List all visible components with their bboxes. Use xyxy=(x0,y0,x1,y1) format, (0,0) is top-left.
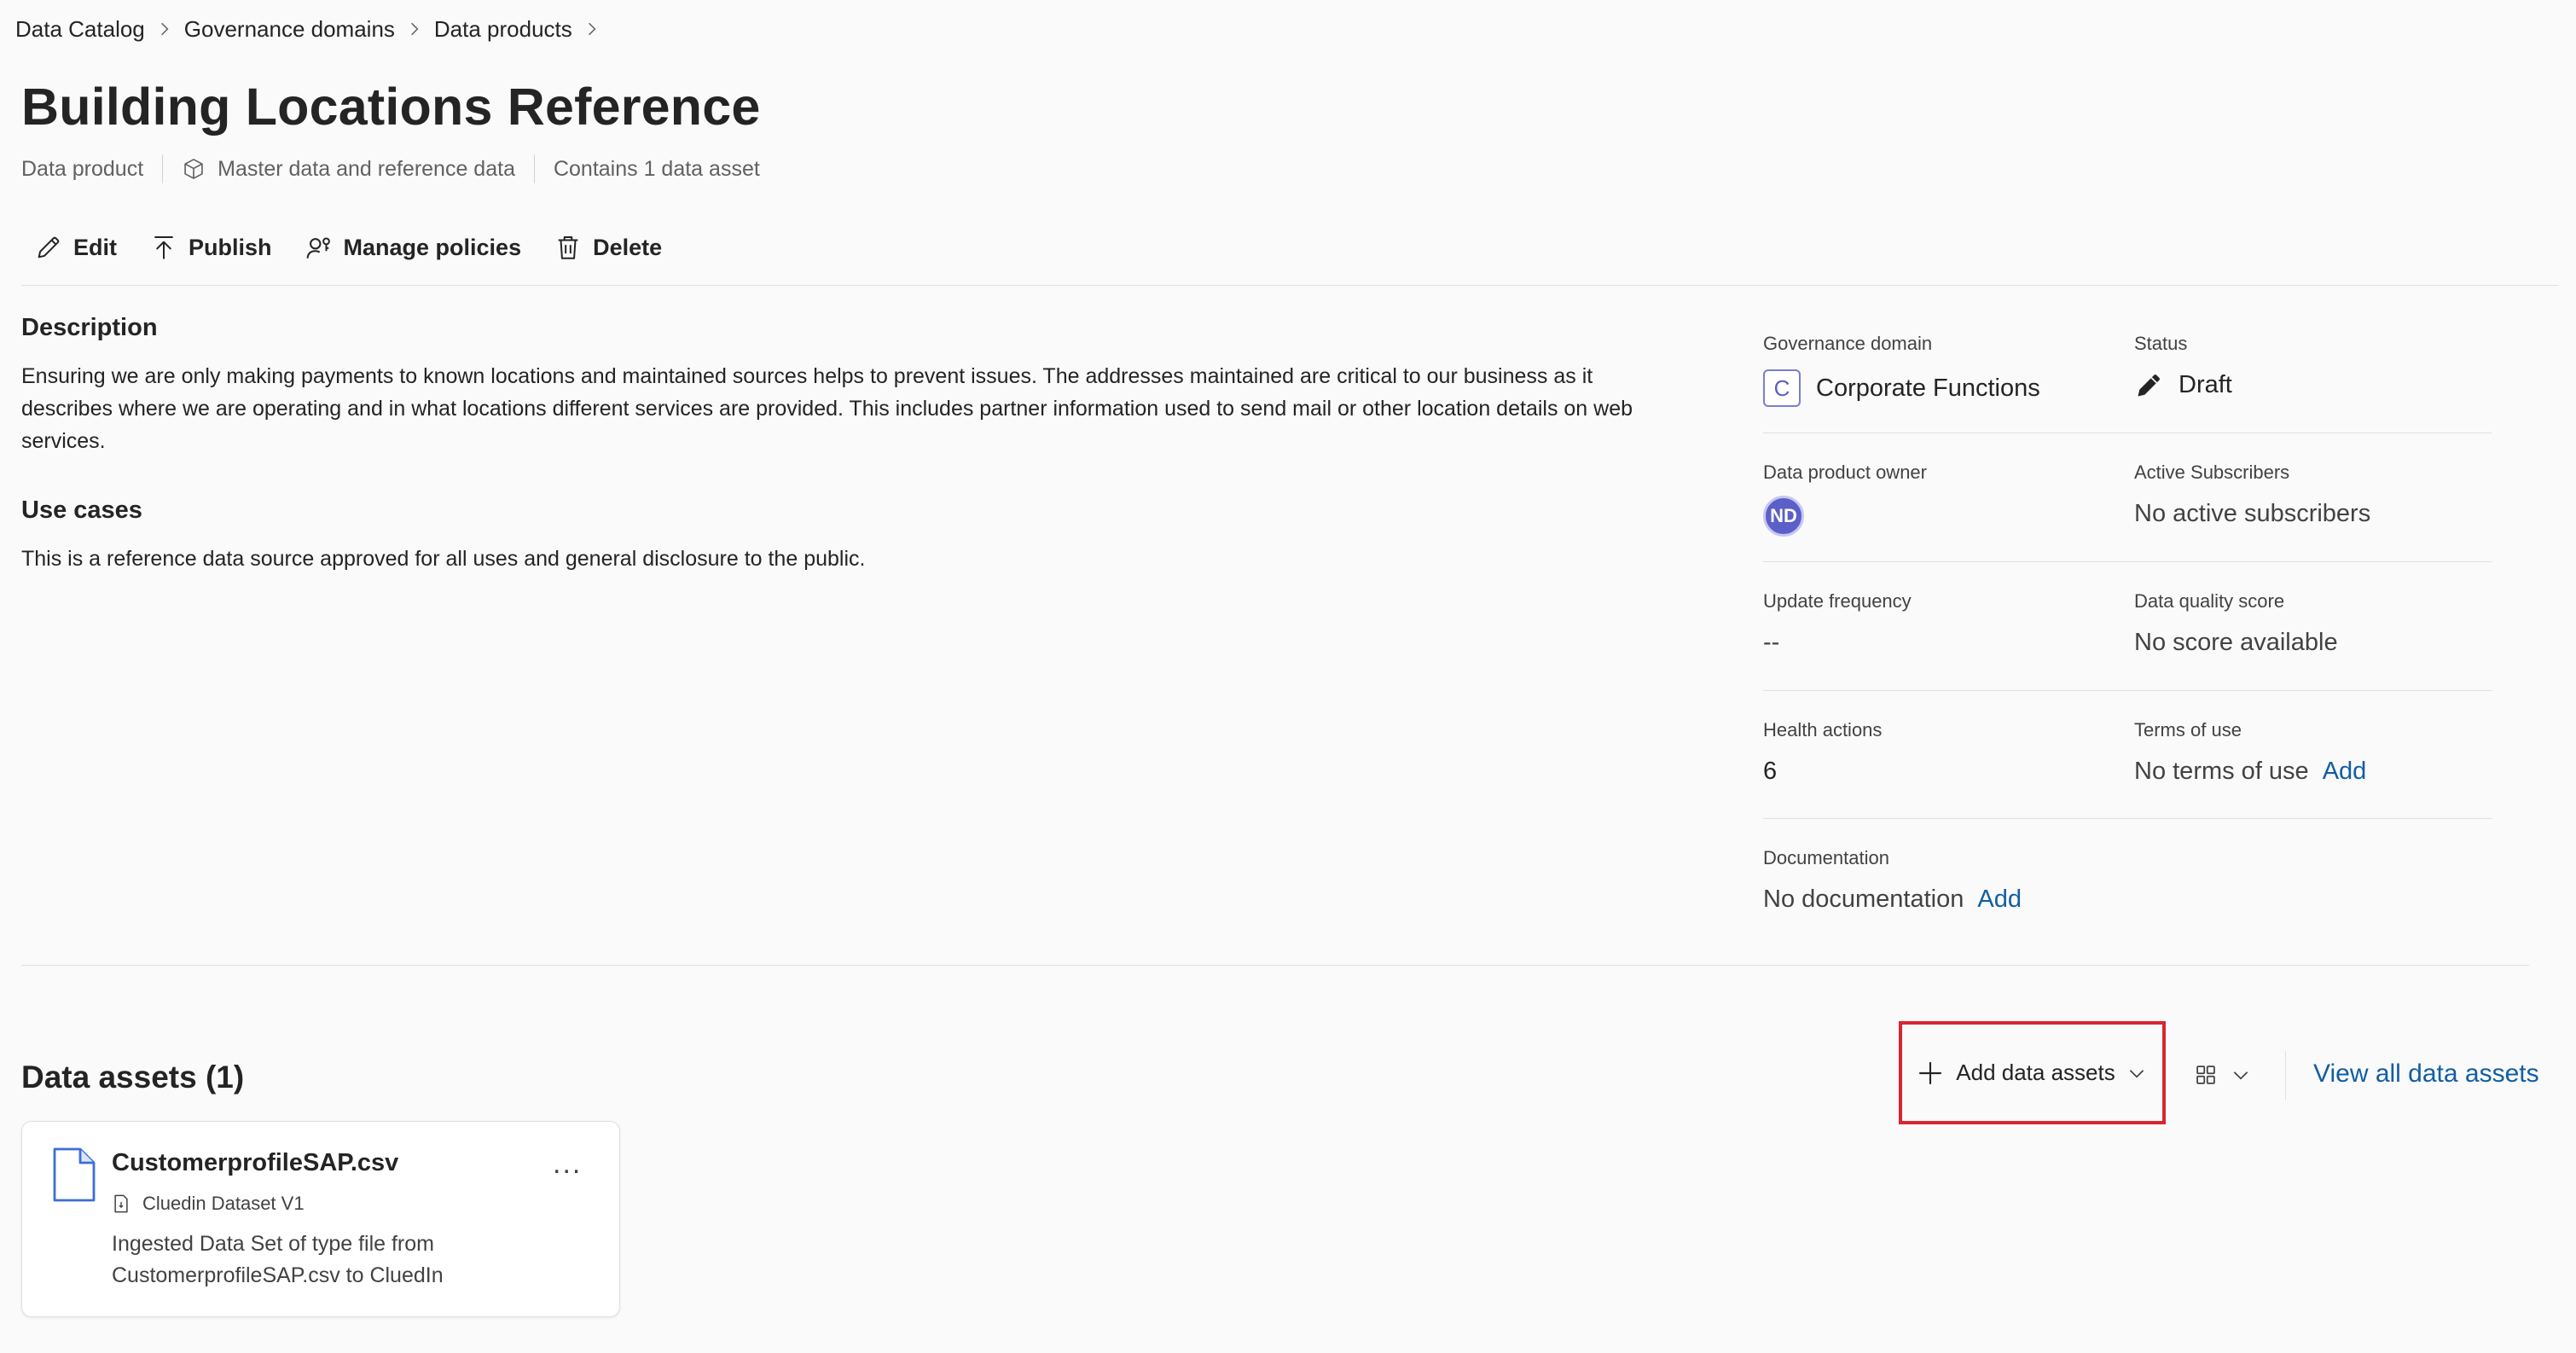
dataset-file-icon xyxy=(114,1194,128,1213)
view-mode-toggle[interactable] xyxy=(2194,1058,2252,1092)
publish-arrow-icon xyxy=(154,235,173,259)
asset-type: Cluedin Dataset V1 xyxy=(112,1193,305,1215)
person-key-icon xyxy=(306,237,330,258)
asset-description: Ingested Data Set of type file from Cust… xyxy=(112,1232,444,1287)
asset-count-text: Contains 1 data asset xyxy=(553,156,760,181)
draft-pencil-icon xyxy=(2138,375,2160,397)
chevron-down-icon xyxy=(2233,1071,2248,1080)
more-options-button[interactable]: ... xyxy=(553,1147,582,1181)
publish-label: Publish xyxy=(189,234,272,260)
documentation-text: No documentation xyxy=(1763,886,1964,913)
property-divider xyxy=(1763,690,2492,691)
manage-policies-button[interactable]: Manage policies xyxy=(305,233,522,262)
terms-add-link[interactable]: Add xyxy=(2323,758,2367,786)
terms-of-use-text: No terms of use xyxy=(2134,758,2309,785)
product-type-label: Data product xyxy=(21,156,144,181)
documentation-add-link[interactable]: Add xyxy=(1977,886,2022,914)
status-label: Status xyxy=(2134,333,2188,354)
file-icon xyxy=(53,1147,96,1202)
product-category-label: Master data and reference data xyxy=(218,156,515,181)
documentation-label: Documentation xyxy=(1763,847,1889,868)
cube-icon xyxy=(184,159,203,179)
page-root: Data Catalog Governance domains Data pro… xyxy=(0,0,2576,1353)
command-toolbar: Edit Publish Manage policies Delete xyxy=(34,229,694,266)
description-text: Ensuring we are only making payments to … xyxy=(21,364,1633,453)
avatar: ND xyxy=(1763,496,1804,537)
delete-label: Delete xyxy=(593,234,663,260)
subscribers-label: Active Subscribers xyxy=(2134,462,2290,483)
update-frequency-label: Update frequency xyxy=(1763,590,1912,612)
chevron-right-icon xyxy=(584,21,600,37)
health-actions-label: Health actions xyxy=(1763,719,1883,740)
grid-view-icon xyxy=(2196,1066,2215,1084)
property-divider xyxy=(1763,561,2492,562)
domain-badge: C xyxy=(1763,369,1801,407)
chevron-right-icon xyxy=(407,21,422,37)
section-divider xyxy=(21,965,2529,966)
meta-divider xyxy=(533,154,535,183)
status-text: Draft xyxy=(2179,370,2232,398)
breadcrumb-data-products[interactable]: Data products xyxy=(434,16,572,43)
edit-button[interactable]: Edit xyxy=(34,233,117,262)
data-assets-heading: Data assets (1) xyxy=(21,1060,245,1095)
status-value: Draft xyxy=(2134,369,2232,400)
meta-divider xyxy=(162,154,164,183)
pencil-icon xyxy=(38,236,60,258)
toolbar-divider xyxy=(21,285,2559,286)
add-data-assets-button[interactable]: Add data assets xyxy=(1899,1021,2166,1124)
governance-domain-value[interactable]: C Corporate Functions xyxy=(1763,369,2040,407)
delete-button[interactable]: Delete xyxy=(554,233,662,262)
asset-name[interactable]: CustomerprofileSAP.csv xyxy=(112,1149,398,1177)
breadcrumb-governance-domains[interactable]: Governance domains xyxy=(184,16,395,43)
publish-button[interactable]: Publish xyxy=(149,233,272,262)
toolbar-separator xyxy=(2285,1051,2286,1100)
health-actions-value[interactable]: 6 xyxy=(1763,758,1777,786)
page-title: Building Locations Reference xyxy=(21,78,761,136)
owner-value[interactable]: ND xyxy=(1763,496,1804,537)
data-asset-card[interactable]: CustomerprofileSAP.csv ... Cluedin Datas… xyxy=(21,1121,620,1317)
asset-type-label: Cluedin Dataset V1 xyxy=(142,1193,305,1214)
use-cases-text: This is a reference data source approved… xyxy=(21,547,866,571)
documentation-value: No documentation Add xyxy=(1763,886,2022,914)
data-quality-label: Data quality score xyxy=(2134,590,2285,612)
governance-domain-label: Governance domain xyxy=(1763,333,1933,354)
description-heading: Description xyxy=(21,314,158,341)
subscribers-value: No active subscribers xyxy=(2134,500,2371,527)
manage-policies-label: Manage policies xyxy=(343,234,522,260)
add-data-assets-label: Add data assets xyxy=(1956,1060,2115,1085)
update-frequency-value: -- xyxy=(1763,629,1780,656)
use-cases-heading: Use cases xyxy=(21,496,142,524)
data-quality-value: No score available xyxy=(2134,629,2338,656)
terms-of-use-value: No terms of use Add xyxy=(2134,758,2366,786)
chevron-down-icon xyxy=(2129,1069,2144,1078)
breadcrumb: Data Catalog Governance domains Data pro… xyxy=(15,12,612,46)
edit-label: Edit xyxy=(73,234,117,260)
governance-domain-name: Corporate Functions xyxy=(1816,374,2040,402)
terms-of-use-label: Terms of use xyxy=(2134,719,2242,740)
plus-icon xyxy=(1919,1061,1942,1084)
view-all-data-assets-link[interactable]: View all data assets xyxy=(2313,1060,2539,1089)
property-divider xyxy=(1763,818,2492,819)
breadcrumb-data-catalog[interactable]: Data Catalog xyxy=(15,16,145,43)
owner-label: Data product owner xyxy=(1763,462,1927,483)
product-meta-row: Data product Master data and reference d… xyxy=(21,152,760,186)
product-category: Master data and reference data xyxy=(182,157,515,182)
trash-icon xyxy=(558,235,578,259)
chevron-right-icon xyxy=(157,21,172,37)
